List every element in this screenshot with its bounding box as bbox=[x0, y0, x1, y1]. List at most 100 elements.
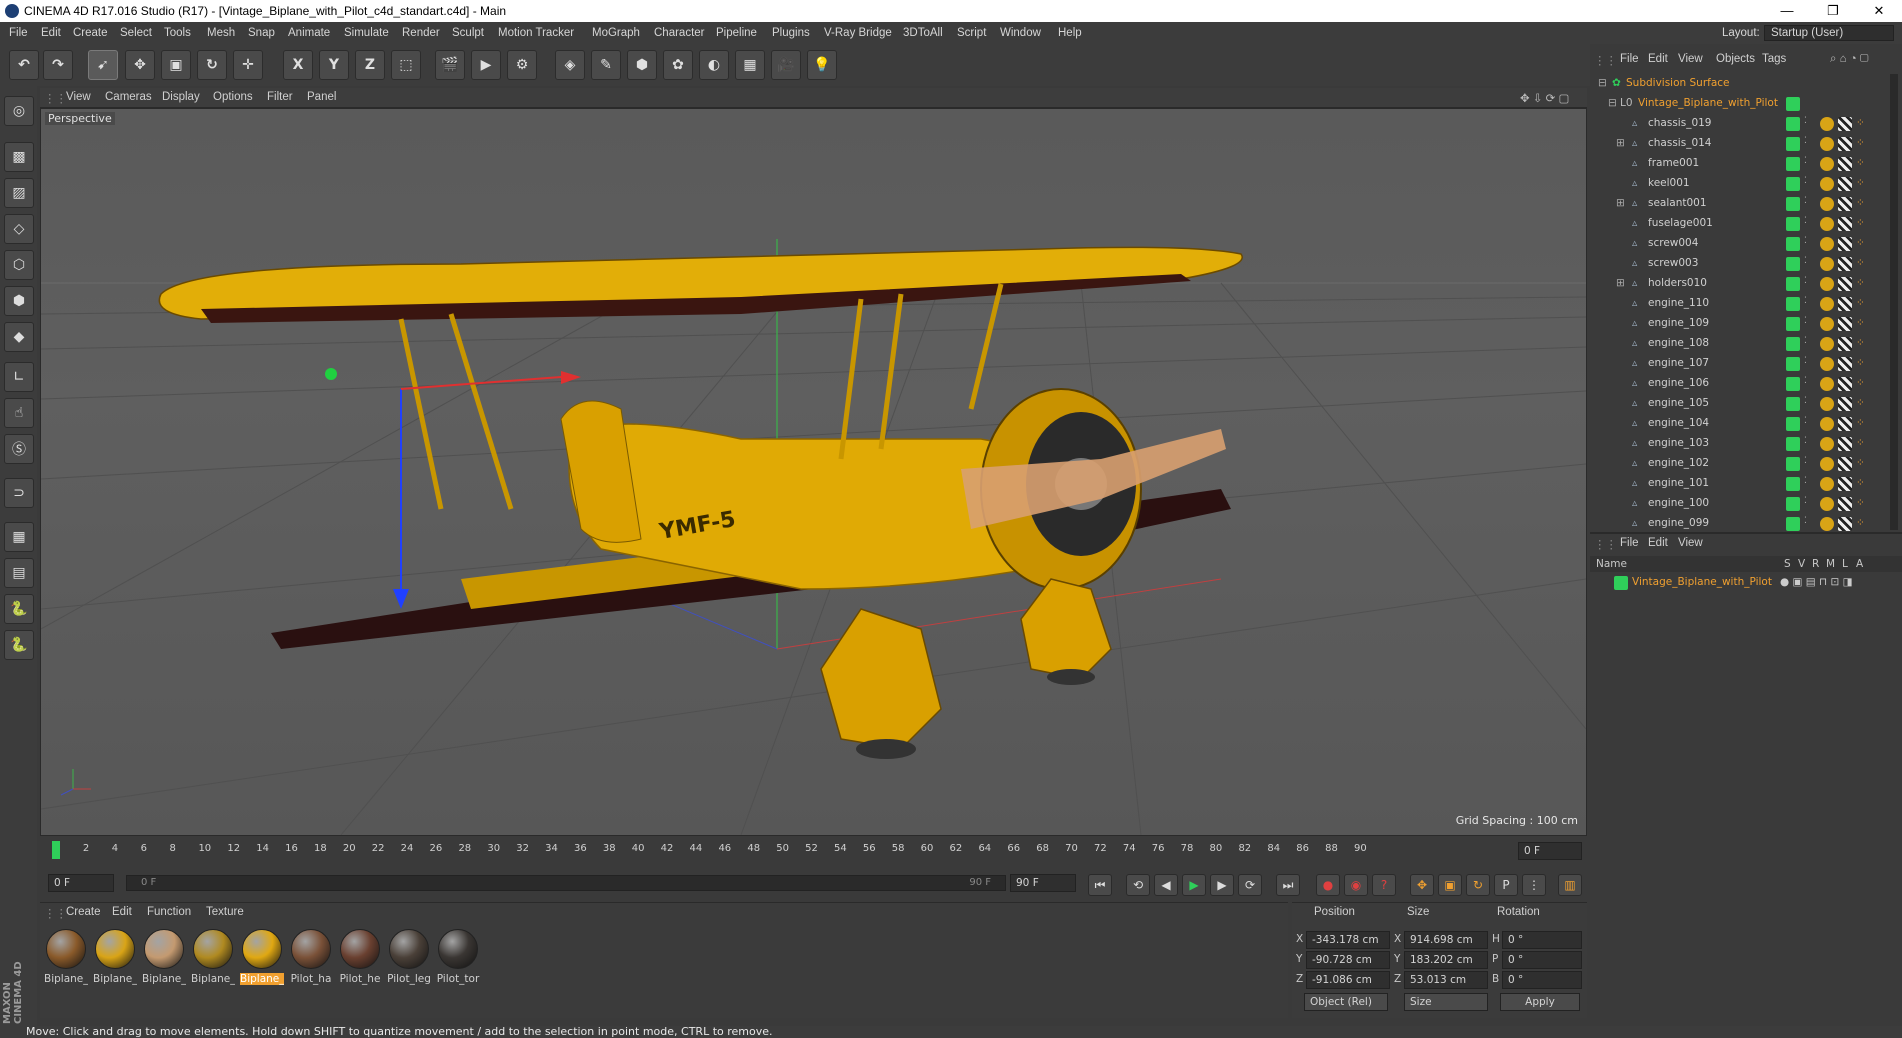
layer-color-tag[interactable] bbox=[1786, 137, 1800, 151]
scale-tool-icon[interactable]: ▣ bbox=[161, 50, 191, 80]
material-tag-icon[interactable] bbox=[1820, 137, 1834, 151]
texture-tag-icon[interactable]: ⁘ bbox=[1856, 357, 1865, 369]
visibility-dots-icon[interactable]: ⁚ bbox=[1804, 396, 1807, 406]
viewport-navigation-icon[interactable]: ✥ ⇩ ⟳ ▢ bbox=[1520, 91, 1569, 105]
cloner-icon[interactable]: ✿ bbox=[663, 50, 693, 80]
object-row[interactable]: ▵ engine_110 ⁚ ⁘ bbox=[1590, 294, 1886, 314]
object-row[interactable]: ⊞ ▵ chassis_014 ⁚ ⁘ bbox=[1590, 134, 1886, 154]
uvw-tag-icon[interactable] bbox=[1838, 117, 1852, 131]
visibility-dots-icon[interactable]: ⁚ bbox=[1804, 296, 1807, 306]
visibility-dots-icon[interactable]: ⁚ bbox=[1804, 116, 1807, 126]
texture-tag-icon[interactable]: ⁘ bbox=[1856, 197, 1865, 209]
uvw-tag-icon[interactable] bbox=[1838, 477, 1852, 491]
material-tag-icon[interactable] bbox=[1820, 377, 1834, 391]
key-parameter-icon[interactable]: P bbox=[1494, 874, 1518, 896]
material-tag-icon[interactable] bbox=[1820, 177, 1834, 191]
subdivision-surface-icon[interactable]: ⬢ bbox=[627, 50, 657, 80]
object-row[interactable]: ▵ engine_101 ⁚ ⁘ bbox=[1590, 474, 1886, 494]
material-tag-icon[interactable] bbox=[1820, 497, 1834, 511]
visibility-dots-icon[interactable]: ⁚ bbox=[1804, 516, 1807, 526]
spline-pen-icon[interactable]: ✎ bbox=[591, 50, 621, 80]
record-icon[interactable]: ● bbox=[1316, 874, 1340, 896]
locked-workplane-icon[interactable]: ▤ bbox=[4, 558, 34, 588]
object-row[interactable]: ⊞ ▵ sealant001 ⁚ ⁘ bbox=[1590, 194, 1886, 214]
polygons-mode-icon[interactable]: ◆ bbox=[4, 322, 34, 352]
previous-frame-icon[interactable]: ◀ bbox=[1154, 874, 1178, 896]
expand-icon[interactable]: ⊞ bbox=[1616, 197, 1625, 209]
texture-tag-icon[interactable]: ⁘ bbox=[1856, 137, 1865, 149]
visibility-dots-icon[interactable]: ⁚ bbox=[1804, 376, 1807, 386]
uvw-tag-icon[interactable] bbox=[1838, 317, 1852, 331]
rotation-field[interactable]: 0 ° bbox=[1502, 951, 1582, 969]
material-swatch[interactable]: Biplane_ bbox=[191, 929, 235, 985]
visibility-dots-icon[interactable]: ⁚ bbox=[1804, 476, 1807, 486]
key-scale-icon[interactable]: ▣ bbox=[1438, 874, 1462, 896]
menu-help[interactable]: Help bbox=[1058, 27, 1082, 39]
menu-mograph[interactable]: MoGraph bbox=[592, 27, 640, 39]
object-search-icon[interactable]: ⌕ ⌂ ◔ ▢ bbox=[1830, 53, 1869, 66]
floor-icon[interactable]: ▦ bbox=[735, 50, 765, 80]
texture-tag-icon[interactable]: ⁘ bbox=[1856, 157, 1865, 169]
material-tag-icon[interactable] bbox=[1820, 317, 1834, 331]
object-menu-objects[interactable]: Objects bbox=[1716, 53, 1755, 65]
menu-mesh[interactable]: Mesh bbox=[207, 27, 235, 39]
material-tag-icon[interactable] bbox=[1820, 357, 1834, 371]
layer-color-tag[interactable] bbox=[1786, 397, 1800, 411]
material-tag-icon[interactable] bbox=[1820, 517, 1834, 531]
size-field[interactable]: 53.013 cm bbox=[1404, 971, 1488, 989]
texture-tag-icon[interactable]: ⁘ bbox=[1856, 317, 1865, 329]
layer-color-tag[interactable] bbox=[1786, 197, 1800, 211]
rotate-tool-icon[interactable]: ↻ bbox=[197, 50, 227, 80]
render-view-icon[interactable]: 🎬 bbox=[435, 50, 465, 80]
texture-tag-icon[interactable]: ⁘ bbox=[1856, 217, 1865, 229]
redo-icon[interactable]: ↷ bbox=[43, 50, 73, 80]
visibility-dots-icon[interactable]: ⁚ bbox=[1804, 316, 1807, 326]
light-icon[interactable]: 💡 bbox=[807, 50, 837, 80]
object-row[interactable]: ⊞ ▵ holders010 ⁚ ⁘ bbox=[1590, 274, 1886, 294]
material-tag-icon[interactable] bbox=[1820, 417, 1834, 431]
uvw-tag-icon[interactable] bbox=[1838, 237, 1852, 251]
rotation-field[interactable]: 0 ° bbox=[1502, 931, 1582, 949]
menu-snap[interactable]: Snap bbox=[248, 27, 275, 39]
uvw-tag-icon[interactable] bbox=[1838, 277, 1852, 291]
y-axis-lock-icon[interactable]: Y bbox=[319, 50, 349, 80]
layer-color-tag[interactable] bbox=[1786, 437, 1800, 451]
object-menu-edit[interactable]: Edit bbox=[1648, 53, 1668, 65]
object-menu-tags[interactable]: Tags bbox=[1762, 53, 1786, 65]
object-row[interactable]: ▵ engine_106 ⁚ ⁘ bbox=[1590, 374, 1886, 394]
key-rotation-icon[interactable]: ↻ bbox=[1466, 874, 1490, 896]
layer-color-tag[interactable] bbox=[1786, 277, 1800, 291]
uvw-tag-icon[interactable] bbox=[1838, 337, 1852, 351]
material-tag-icon[interactable] bbox=[1820, 477, 1834, 491]
menu-select[interactable]: Select bbox=[120, 27, 152, 39]
visibility-dots-icon[interactable]: ⁚ bbox=[1804, 156, 1807, 166]
layout-dropdown[interactable]: Startup (User) bbox=[1764, 25, 1894, 41]
live-selection-icon[interactable]: ➹ bbox=[88, 50, 118, 80]
visibility-dots-icon[interactable]: ⁚ bbox=[1804, 356, 1807, 366]
key-position-icon[interactable]: ✥ bbox=[1410, 874, 1434, 896]
position-field[interactable]: -343.178 cm bbox=[1306, 931, 1390, 949]
layer-color-tag[interactable] bbox=[1786, 237, 1800, 251]
close-button[interactable]: ✕ bbox=[1856, 0, 1902, 22]
object-row[interactable]: ▵ screw003 ⁚ ⁘ bbox=[1590, 254, 1886, 274]
z-axis-lock-icon[interactable]: Z bbox=[355, 50, 385, 80]
texture-tag-icon[interactable]: ⁘ bbox=[1856, 457, 1865, 469]
material-tag-icon[interactable] bbox=[1820, 297, 1834, 311]
object-row[interactable]: ▵ engine_105 ⁚ ⁘ bbox=[1590, 394, 1886, 414]
viewport-menu-options[interactable]: Options bbox=[213, 91, 253, 103]
material-menu-texture[interactable]: Texture bbox=[206, 906, 244, 918]
texture-tag-icon[interactable]: ⁘ bbox=[1856, 257, 1865, 269]
uvw-tag-icon[interactable] bbox=[1838, 197, 1852, 211]
visibility-dots-icon[interactable]: ⁚ bbox=[1804, 216, 1807, 226]
x-axis-lock-icon[interactable]: X bbox=[283, 50, 313, 80]
viewport-menu-display[interactable]: Display bbox=[162, 91, 200, 103]
visibility-dots-icon[interactable]: ⁚ bbox=[1804, 176, 1807, 186]
texture-tag-icon[interactable]: ⁘ bbox=[1856, 237, 1865, 249]
3d-viewport[interactable]: Perspective YMF-5 Grid Spacing: 100 cm bbox=[40, 108, 1587, 836]
camera-icon[interactable]: 🎥 bbox=[771, 50, 801, 80]
object-row[interactable]: ▵ engine_109 ⁚ ⁘ bbox=[1590, 314, 1886, 334]
cube-primitive-icon[interactable]: ◈ bbox=[555, 50, 585, 80]
layer-color-tag[interactable] bbox=[1786, 157, 1800, 171]
uvw-tag-icon[interactable] bbox=[1838, 417, 1852, 431]
layer-color-tag[interactable] bbox=[1786, 177, 1800, 191]
